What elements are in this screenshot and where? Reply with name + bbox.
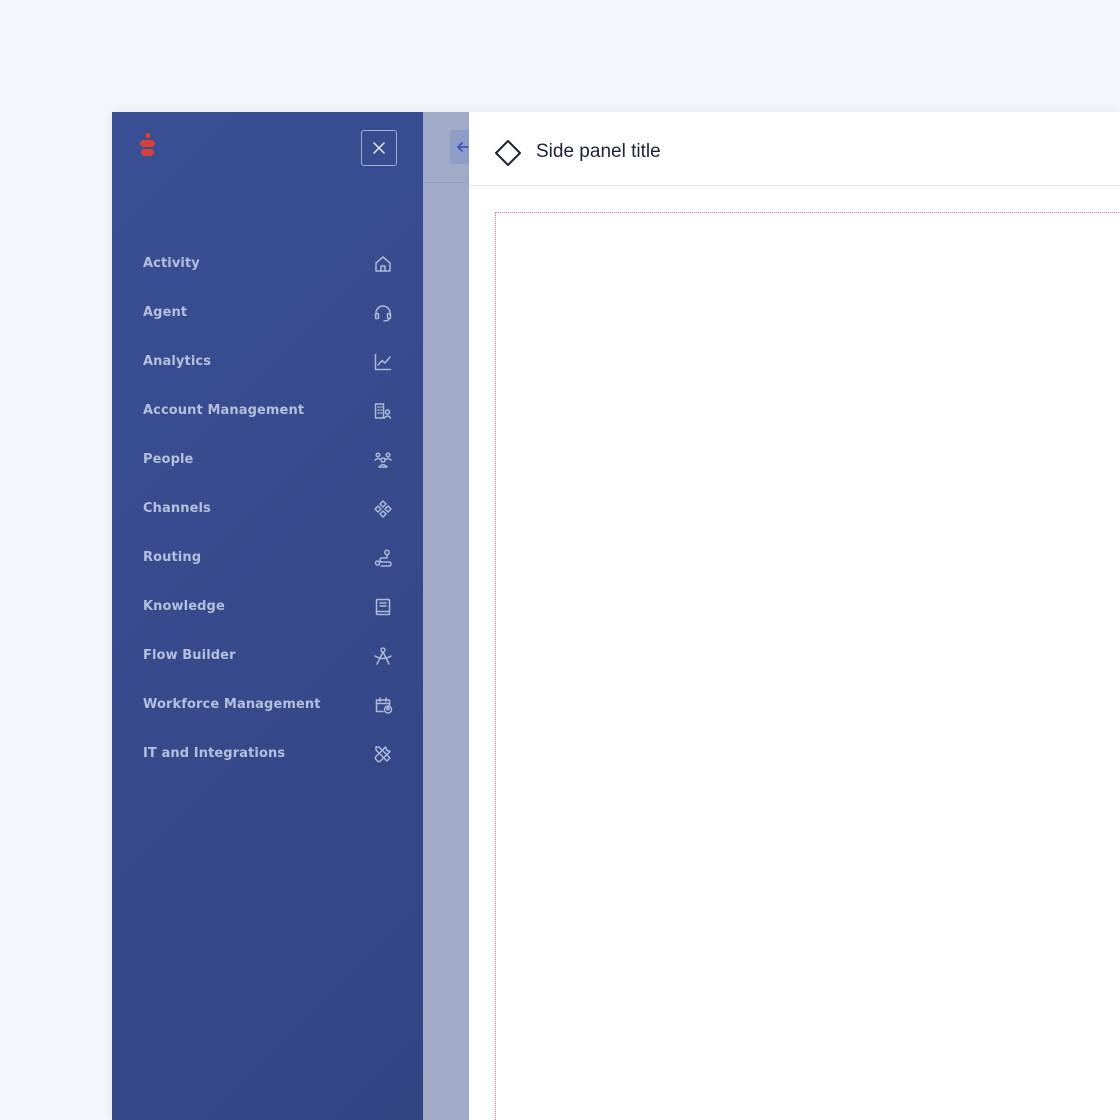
app-window: Activity Agent Analytics Account Managem… <box>112 112 1120 1120</box>
sidebar-item-people[interactable]: People <box>112 435 423 484</box>
side-panel-title: Side panel title <box>536 141 661 162</box>
calendar-user-icon <box>373 695 393 715</box>
sidebar-item-label: Account Management <box>143 403 305 418</box>
side-panel: Side panel title <box>469 112 1120 1120</box>
building-user-icon <box>373 401 393 421</box>
sidebar-item-label: Flow Builder <box>143 648 236 663</box>
sidebar-item-label: Routing <box>143 550 202 565</box>
line-chart-icon <box>373 352 393 372</box>
sidebar-item-label: Analytics <box>143 354 212 369</box>
sidebar-item-label: Activity <box>143 256 200 271</box>
arrow-left-icon <box>457 142 469 152</box>
side-panel-content-slot <box>495 212 1120 1120</box>
sidebar-item-flow-builder[interactable]: Flow Builder <box>112 631 423 680</box>
people-group-icon <box>373 450 393 470</box>
sidebar: Activity Agent Analytics Account Managem… <box>112 112 423 1120</box>
backdrop-header <box>423 112 480 183</box>
home-icon <box>373 254 393 274</box>
book-icon <box>373 597 393 617</box>
sidebar-item-label: Workforce Management <box>143 697 321 712</box>
channels-diamond-icon <box>373 499 393 519</box>
sidebar-item-label: People <box>143 452 194 467</box>
sidebar-item-it-and-integrations[interactable]: IT and Integrations <box>112 729 423 778</box>
sidebar-item-label: Channels <box>143 501 211 516</box>
sidebar-item-agent[interactable]: Agent <box>112 288 423 337</box>
diamond-icon <box>494 139 524 169</box>
sidebar-item-label: Knowledge <box>143 599 225 614</box>
sidebar-item-activity[interactable]: Activity <box>112 239 423 288</box>
sidebar-item-label: Agent <box>143 305 188 320</box>
sidebar-item-workforce-management[interactable]: Workforce Management <box>112 680 423 729</box>
sidebar-item-channels[interactable]: Channels <box>112 484 423 533</box>
flow-builder-icon <box>373 646 393 666</box>
close-icon <box>373 142 385 154</box>
modal-backdrop[interactable] <box>423 112 480 1120</box>
sidebar-item-account-management[interactable]: Account Management <box>112 386 423 435</box>
tools-icon <box>373 744 393 764</box>
close-button[interactable] <box>361 130 397 166</box>
sidebar-item-knowledge[interactable]: Knowledge <box>112 582 423 631</box>
route-icon <box>373 548 393 568</box>
headset-icon <box>373 303 393 323</box>
brand-logo-icon <box>138 132 158 162</box>
side-panel-header: Side panel title <box>469 112 1120 186</box>
sidebar-nav: Activity Agent Analytics Account Managem… <box>112 239 423 778</box>
sidebar-item-routing[interactable]: Routing <box>112 533 423 582</box>
sidebar-item-analytics[interactable]: Analytics <box>112 337 423 386</box>
sidebar-item-label: IT and Integrations <box>143 746 286 761</box>
